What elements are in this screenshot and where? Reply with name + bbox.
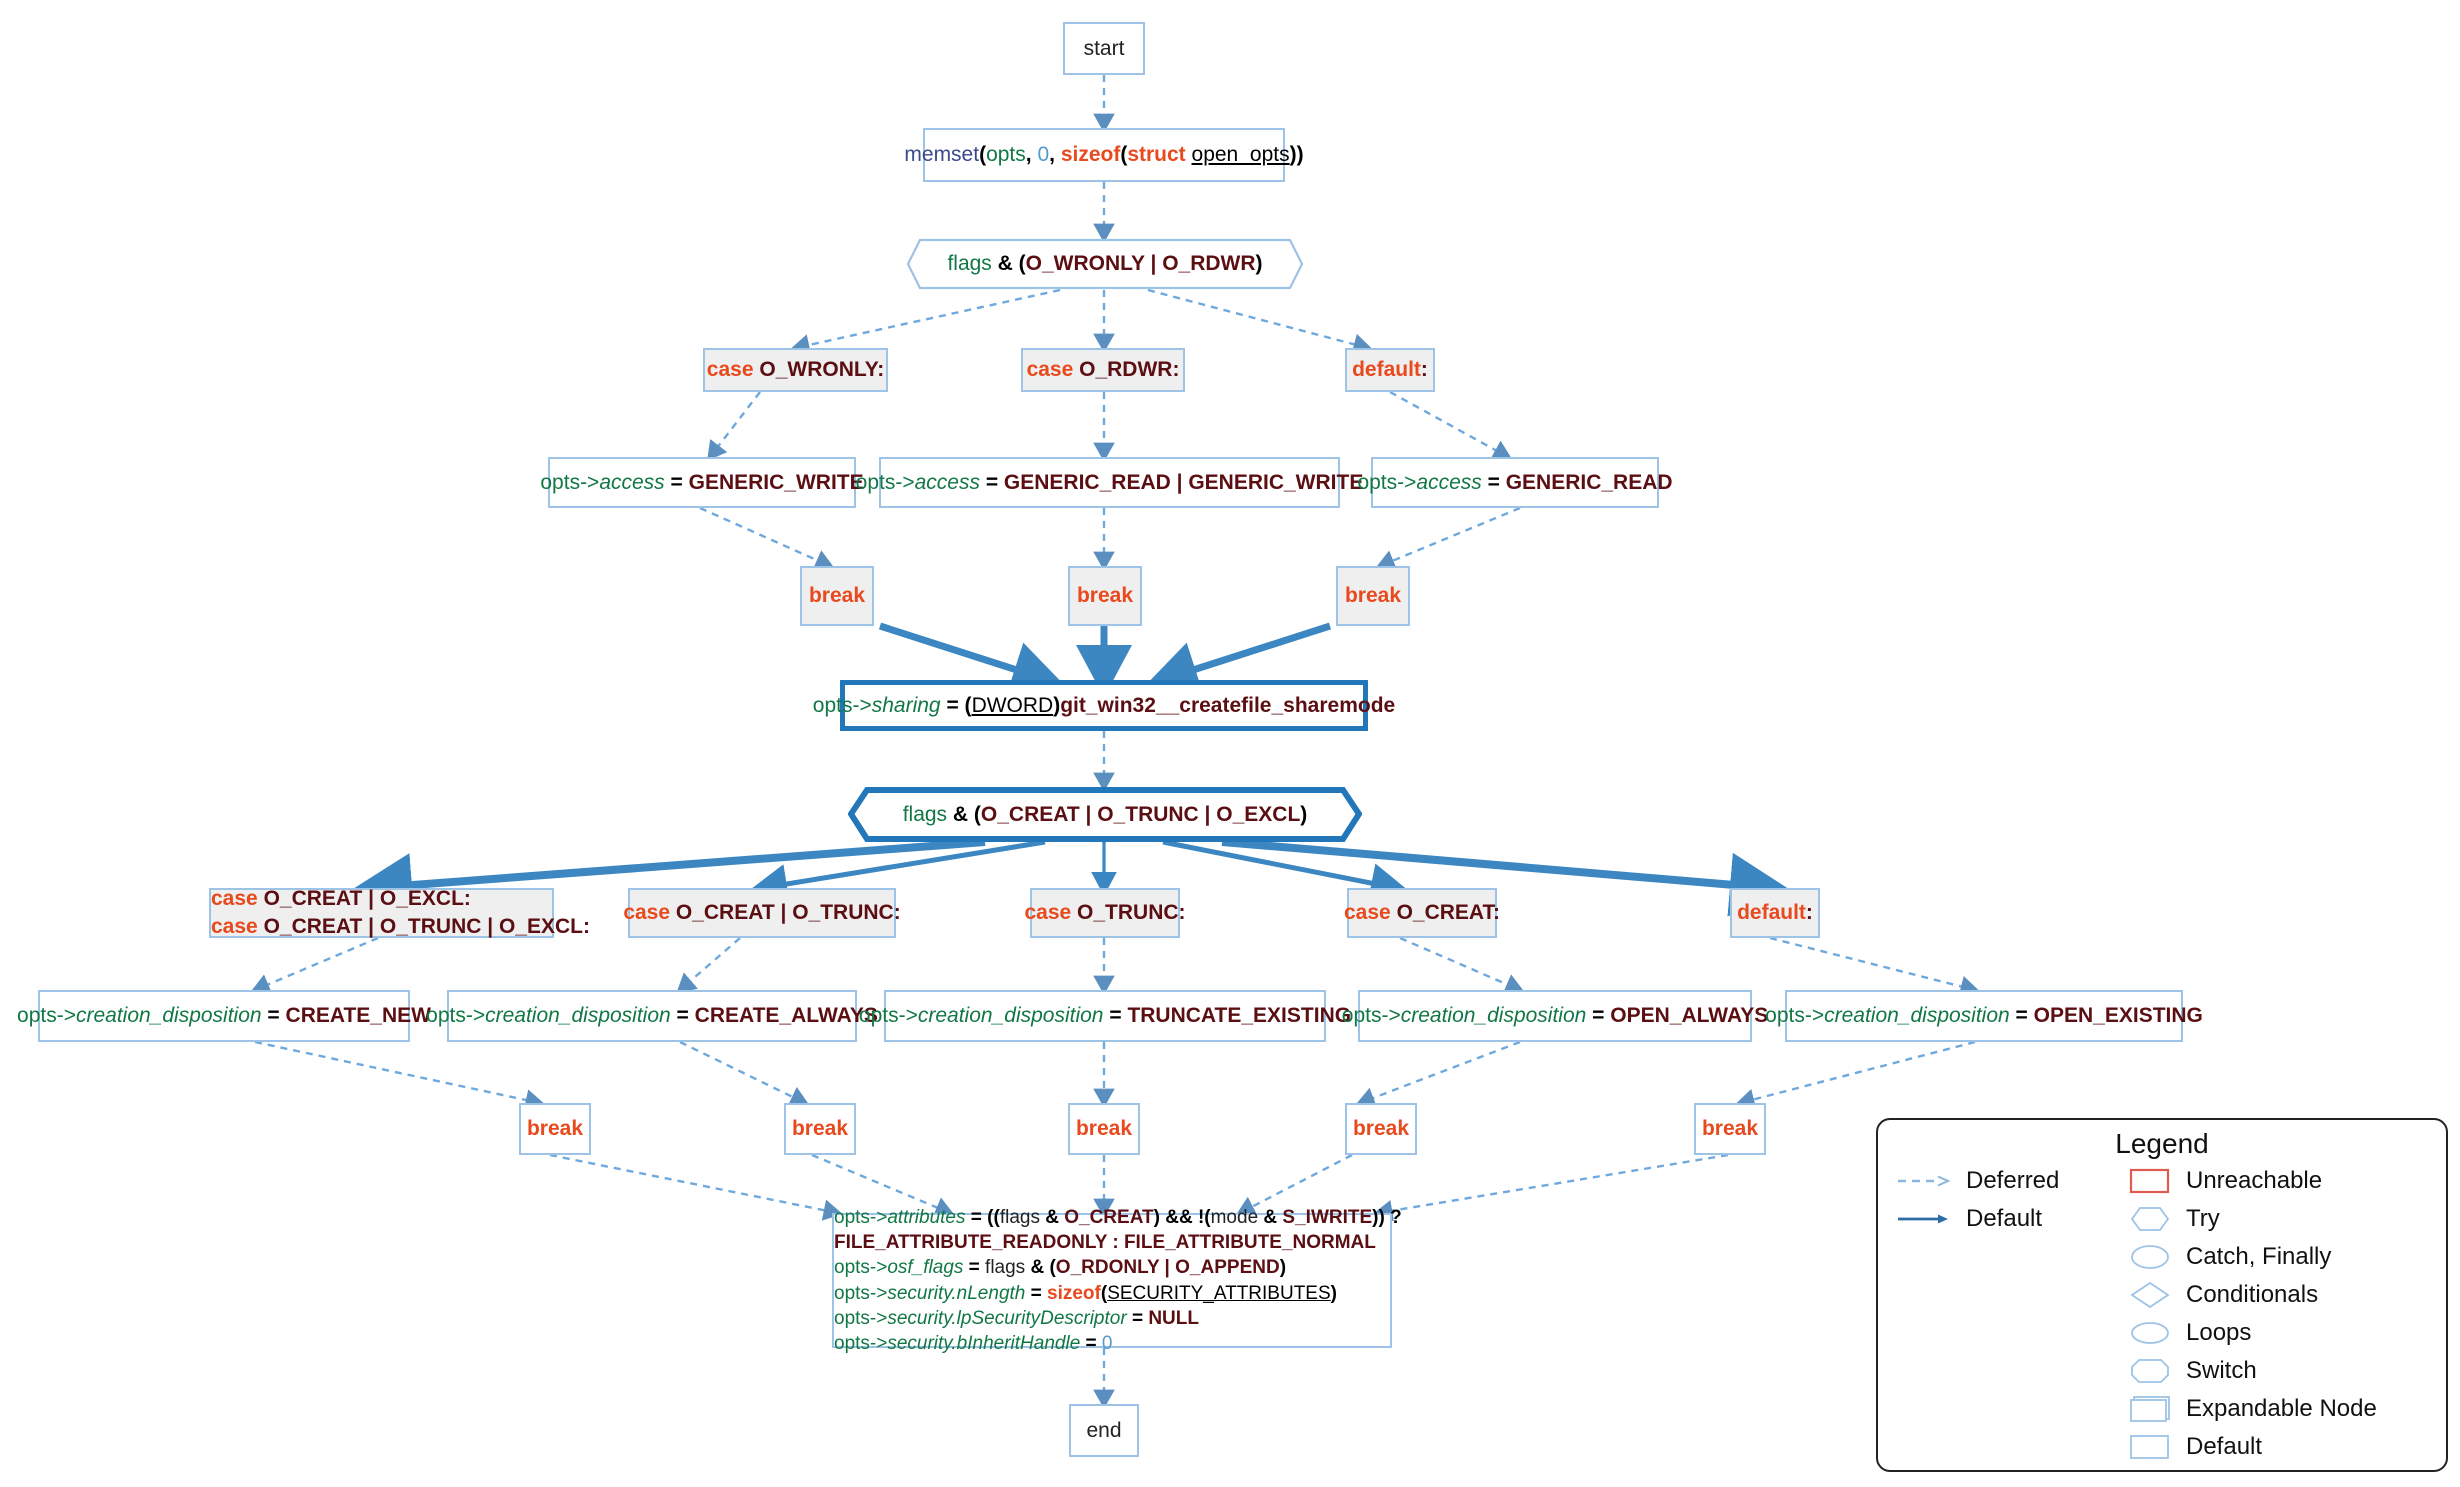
legend-panel: Legend Deferred Default Unreachable Try … [1876, 1118, 2448, 1472]
node-start-label: start [1083, 36, 1125, 60]
node-cd-create-always-code: opts->creation_disposition = CREATE_ALWA… [426, 1004, 878, 1028]
solid-arrow-icon [1894, 1212, 1954, 1226]
node-start[interactable]: start [1063, 22, 1145, 75]
legend-item-expandable-node: Expandable Node [2126, 1390, 2446, 1428]
node-break-2-label: break [1076, 584, 1134, 608]
node-break-1-label: break [808, 584, 866, 608]
node-cd-open-always[interactable]: opts->creation_disposition = OPEN_ALWAYS [1342, 990, 1768, 1042]
node-end-label: end [1086, 1418, 1122, 1442]
legend-item-conditionals: Conditionals [2126, 1276, 2446, 1314]
node-access-generic-read-code: opts->access = GENERIC_READ [1357, 470, 1673, 494]
node-default-1[interactable]: default: [1345, 348, 1435, 392]
node-case-creat[interactable]: case O_CREAT: [1344, 888, 1500, 938]
node-break-7-label: break [1352, 1117, 1410, 1141]
legend-item-deferred: Deferred [1894, 1162, 2126, 1200]
node-case-creat-excl-label: case O_CREAT | O_EXCL: case O_CREAT | O_T… [211, 887, 590, 938]
node-default-1-label: default: [1352, 358, 1428, 382]
rect-stacked-icon [2126, 1394, 2174, 1424]
dashed-arrow-icon [1894, 1174, 1954, 1188]
legend-item-default-edge-label: Default [1966, 1205, 2043, 1232]
node-cd-open-existing[interactable]: opts->creation_disposition = OPEN_EXISTI… [1765, 990, 2203, 1042]
node-break-1[interactable]: break [800, 566, 874, 626]
legend-item-default-shape-label: Default [2186, 1433, 2263, 1460]
node-sharing[interactable]: opts->sharing = (DWORD)git_win32__create… [813, 680, 1395, 731]
node-switch-creat[interactable]: flags & (O_CREAT | O_TRUNC | O_EXCL) [848, 787, 1362, 842]
node-case-creat-trunc-label: case O_CREAT | O_TRUNC: [623, 901, 901, 925]
node-cd-open-always-code: opts->creation_disposition = OPEN_ALWAYS [1341, 1004, 1769, 1028]
legend-title: Legend [2115, 1128, 2209, 1159]
node-break-8-label: break [1701, 1117, 1759, 1141]
node-break-3-label: break [1344, 584, 1402, 608]
node-sharing-code: opts->sharing = (DWORD)git_win32__create… [812, 693, 1396, 717]
node-access-generic-write-code: opts->access = GENERIC_WRITE [540, 470, 864, 494]
legend-item-try-label: Try [2186, 1205, 2220, 1232]
node-memset[interactable]: memset(opts, 0, sizeof(struct open_opts)… [904, 128, 1304, 182]
node-switch-access[interactable]: flags & (O_WRONLY | O_RDWR) [906, 238, 1304, 290]
node-case-creat-trunc[interactable]: case O_CREAT | O_TRUNC: [623, 888, 901, 938]
hexagon-icon [2126, 1204, 2174, 1234]
node-case-trunc[interactable]: case O_TRUNC: [1024, 888, 1186, 938]
node-break-3[interactable]: break [1336, 566, 1410, 626]
legend-edge-column: Deferred Default [1878, 1162, 2126, 1466]
node-cd-truncate-existing-code: opts->creation_disposition = TRUNCATE_EX… [858, 1004, 1352, 1028]
node-end[interactable]: end [1069, 1404, 1139, 1457]
ellipse-wide-icon [2126, 1318, 2174, 1348]
node-attributes-block[interactable]: opts->attributes = ((flags & O_CREAT) &&… [832, 1207, 1402, 1354]
node-case-creat-excl[interactable]: case O_CREAT | O_EXCL: case O_CREAT | O_T… [209, 887, 590, 938]
diamond-icon [2126, 1280, 2174, 1310]
node-break-2[interactable]: break [1068, 566, 1142, 626]
legend-item-switch-label: Switch [2186, 1357, 2257, 1384]
node-memset-code: memset(opts, 0, sizeof(struct open_opts)… [904, 143, 1304, 167]
ellipse-icon [2126, 1242, 2174, 1272]
node-access-generic-read-write[interactable]: opts->access = GENERIC_READ | GENERIC_WR… [856, 457, 1363, 508]
node-cd-open-existing-code: opts->creation_disposition = OPEN_EXISTI… [1765, 1004, 2203, 1028]
node-break-7[interactable]: break [1345, 1103, 1417, 1155]
node-break-8[interactable]: break [1694, 1103, 1766, 1155]
node-cd-create-always[interactable]: opts->creation_disposition = CREATE_ALWA… [426, 990, 878, 1042]
flowchart-canvas: start memset(opts, 0, sizeof(struct open… [0, 0, 2460, 1487]
legend-shape-column: Unreachable Try Catch, Finally Condition… [2126, 1162, 2446, 1466]
legend-item-switch: Switch [2126, 1352, 2446, 1390]
node-case-o-rdwr[interactable]: case O_RDWR: [1021, 348, 1185, 392]
legend-item-unreachable: Unreachable [2126, 1162, 2446, 1200]
node-break-6[interactable]: break [1068, 1103, 1140, 1155]
node-break-4-label: break [526, 1117, 584, 1141]
node-break-5[interactable]: break [784, 1103, 856, 1155]
legend-item-unreachable-label: Unreachable [2186, 1167, 2323, 1194]
node-access-generic-read[interactable]: opts->access = GENERIC_READ [1357, 457, 1673, 508]
node-case-creat-label: case O_CREAT: [1344, 901, 1501, 925]
node-case-o-rdwr-label: case O_RDWR: [1026, 358, 1180, 382]
node-attributes-block-code: opts->attributes = ((flags & O_CREAT) &&… [834, 1207, 1402, 1354]
legend-item-default-shape: Default [2126, 1428, 2446, 1466]
legend-item-default-edge: Default [1894, 1200, 2126, 1238]
node-default-2-label: default: [1737, 901, 1813, 925]
node-switch-creat-code: flags & (O_CREAT | O_TRUNC | O_EXCL) [902, 802, 1308, 826]
legend-item-catch-finally: Catch, Finally [2126, 1238, 2446, 1276]
node-cd-truncate-existing[interactable]: opts->creation_disposition = TRUNCATE_EX… [859, 990, 1351, 1042]
node-cd-create-new-code: opts->creation_disposition = CREATE_NEW [17, 1004, 431, 1028]
legend-item-catch-finally-label: Catch, Finally [2186, 1243, 2332, 1270]
node-break-5-label: break [791, 1117, 849, 1141]
legend-item-loops-label: Loops [2186, 1319, 2252, 1346]
legend-item-conditionals-label: Conditionals [2186, 1281, 2319, 1308]
legend-item-loops: Loops [2126, 1314, 2446, 1352]
legend-item-deferred-label: Deferred [1966, 1167, 2060, 1194]
node-access-generic-write[interactable]: opts->access = GENERIC_WRITE [540, 457, 864, 508]
node-case-o-wronly-label: case O_WRONLY: [706, 358, 885, 382]
octagon-icon [2126, 1356, 2174, 1386]
node-case-trunc-label: case O_TRUNC: [1024, 901, 1186, 925]
legend-item-try: Try [2126, 1200, 2446, 1238]
node-cd-create-new[interactable]: opts->creation_disposition = CREATE_NEW [17, 990, 431, 1042]
node-access-generic-read-write-code: opts->access = GENERIC_READ | GENERIC_WR… [855, 470, 1364, 494]
legend-item-expandable-node-label: Expandable Node [2186, 1395, 2377, 1422]
node-break-6-label: break [1075, 1117, 1133, 1141]
rect-icon [2126, 1432, 2174, 1462]
node-default-2[interactable]: default: [1730, 888, 1820, 938]
rect-red-icon [2126, 1166, 2174, 1196]
node-break-4[interactable]: break [519, 1103, 591, 1155]
node-case-o-wronly[interactable]: case O_WRONLY: [703, 348, 888, 392]
node-switch-access-code: flags & (O_WRONLY | O_RDWR) [947, 252, 1263, 275]
